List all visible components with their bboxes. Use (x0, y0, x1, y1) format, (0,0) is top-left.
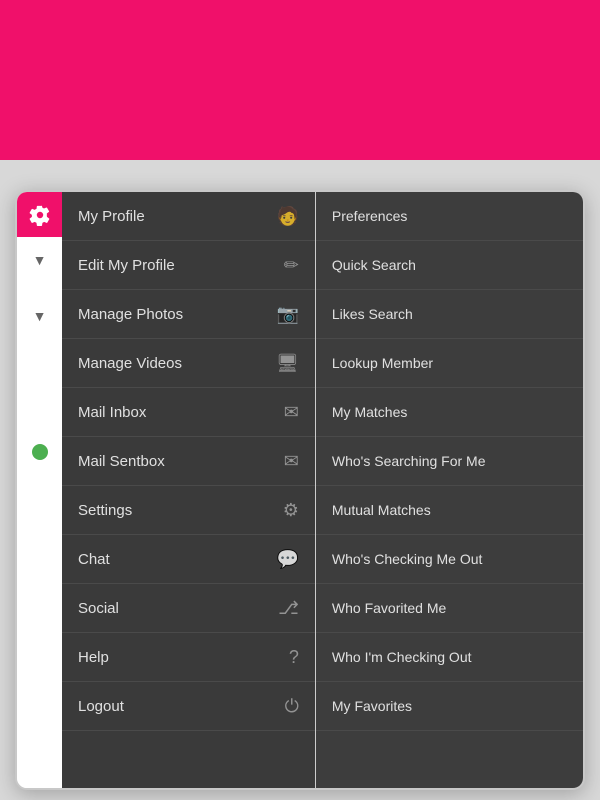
power-icon: ⏻ (285, 696, 299, 717)
sidebar-item-logout[interactable]: Logout ⏻ (62, 682, 315, 731)
sidebar-item-help[interactable]: Help? (62, 633, 315, 682)
right-label-who-favorited-me: Who Favorited Me (332, 600, 446, 616)
sidebar-label-chat: Chat (78, 551, 110, 568)
help-icon: ? (289, 647, 299, 668)
video-icon: 🖥 (276, 353, 299, 374)
gear-icon: ⚙ (283, 500, 299, 521)
right-item-quick-search[interactable]: Quick Search (316, 241, 583, 290)
right-item-lookup-member[interactable]: Lookup Member (316, 339, 583, 388)
sidebar-item-mail-inbox[interactable]: Mail Inbox ✉ (62, 388, 315, 437)
right-label-likes-search: Likes Search (332, 306, 413, 322)
gear-button[interactable] (17, 192, 62, 237)
share-icon: ⎇ (278, 598, 299, 619)
right-label-quick-search: Quick Search (332, 257, 416, 273)
sidebar-item-social[interactable]: Social ⎇ (62, 584, 315, 633)
right-label-mutual-matches: Mutual Matches (332, 502, 431, 518)
right-label-whos-checking-me-out: Who's Checking Me Out (332, 551, 483, 567)
tablet-area: ▼ ▼ My Profile 🧑 Edit My Profile ✏ Manage Ph… (0, 160, 600, 800)
right-item-my-favorites[interactable]: My Favorites (316, 682, 583, 731)
sidebar-item-manage-videos[interactable]: Manage Videos 🖥 (62, 339, 315, 388)
right-label-lookup-member: Lookup Member (332, 355, 433, 371)
sidebar-item-chat[interactable]: Chat 💬 (62, 535, 315, 584)
chat-icon: 💬 (276, 549, 298, 570)
right-item-preferences[interactable]: Preferences (316, 192, 583, 241)
sidebar-label-my-profile: My Profile (78, 208, 145, 225)
tablet-frame: ▼ ▼ My Profile 🧑 Edit My Profile ✏ Manage Ph… (15, 190, 585, 790)
sidebar-label-logout: Logout (78, 698, 124, 715)
sidebar-item-my-profile[interactable]: My Profile 🧑 (62, 192, 315, 241)
banner (0, 0, 600, 160)
mailsent-icon: ✉ (284, 451, 299, 472)
dropdown-arrow-1[interactable]: ▼ (33, 252, 47, 268)
right-item-whos-searching-for-me[interactable]: Who's Searching For Me (316, 437, 583, 486)
right-item-likes-search[interactable]: Likes Search (316, 290, 583, 339)
left-panel: ▼ ▼ My Profile 🧑 Edit My Profile ✏ Manage Ph… (17, 192, 315, 788)
sidebar-item-settings[interactable]: Settings ⚙ (62, 486, 315, 535)
dropdown-arrow-2[interactable]: ▼ (33, 308, 47, 324)
sidebar-label-manage-videos: Manage Videos (78, 355, 182, 372)
right-panel: Preferences Quick Search Likes Search Looku… (315, 192, 583, 788)
mail-icon: ✉ (284, 402, 299, 423)
sidebar-label-social: Social (78, 600, 119, 617)
sidebar-item-mail-sentbox[interactable]: Mail Sentbox ✉ (62, 437, 315, 486)
right-item-my-matches[interactable]: My Matches (316, 388, 583, 437)
right-item-who-favorited-me[interactable]: Who Favorited Me (316, 584, 583, 633)
sidebar-item-manage-photos[interactable]: Manage Photos 📷 (62, 290, 315, 339)
right-menu: Preferences Quick Search Likes Search Looku… (316, 192, 583, 788)
edit-icon: ✏ (284, 255, 299, 276)
right-item-who-im-checking-out[interactable]: Who I'm Checking Out (316, 633, 583, 682)
sidebar-menu: My Profile 🧑 Edit My Profile ✏ Manage Photos… (62, 192, 315, 788)
left-edge: ▼ ▼ (17, 192, 62, 788)
gear-icon (29, 204, 51, 226)
sidebar-label-mail-inbox: Mail Inbox (78, 404, 146, 421)
person-icon: 🧑 (276, 206, 298, 227)
sidebar-label-help: Help (78, 649, 109, 666)
right-label-preferences: Preferences (332, 208, 407, 224)
online-indicator (32, 444, 48, 460)
camera-icon: 📷 (276, 304, 298, 325)
sidebar-label-manage-photos: Manage Photos (78, 306, 183, 323)
sidebar-label-edit-my-profile: Edit My Profile (78, 257, 175, 274)
right-label-whos-searching-for-me: Who's Searching For Me (332, 453, 486, 469)
right-item-whos-checking-me-out[interactable]: Who's Checking Me Out (316, 535, 583, 584)
sidebar-item-edit-my-profile[interactable]: Edit My Profile ✏ (62, 241, 315, 290)
right-label-who-im-checking-out: Who I'm Checking Out (332, 649, 472, 665)
sidebar-label-settings: Settings (78, 502, 132, 519)
right-label-my-favorites: My Favorites (332, 698, 412, 714)
right-label-my-matches: My Matches (332, 404, 407, 420)
sidebar-label-mail-sentbox: Mail Sentbox (78, 453, 165, 470)
right-item-mutual-matches[interactable]: Mutual Matches (316, 486, 583, 535)
